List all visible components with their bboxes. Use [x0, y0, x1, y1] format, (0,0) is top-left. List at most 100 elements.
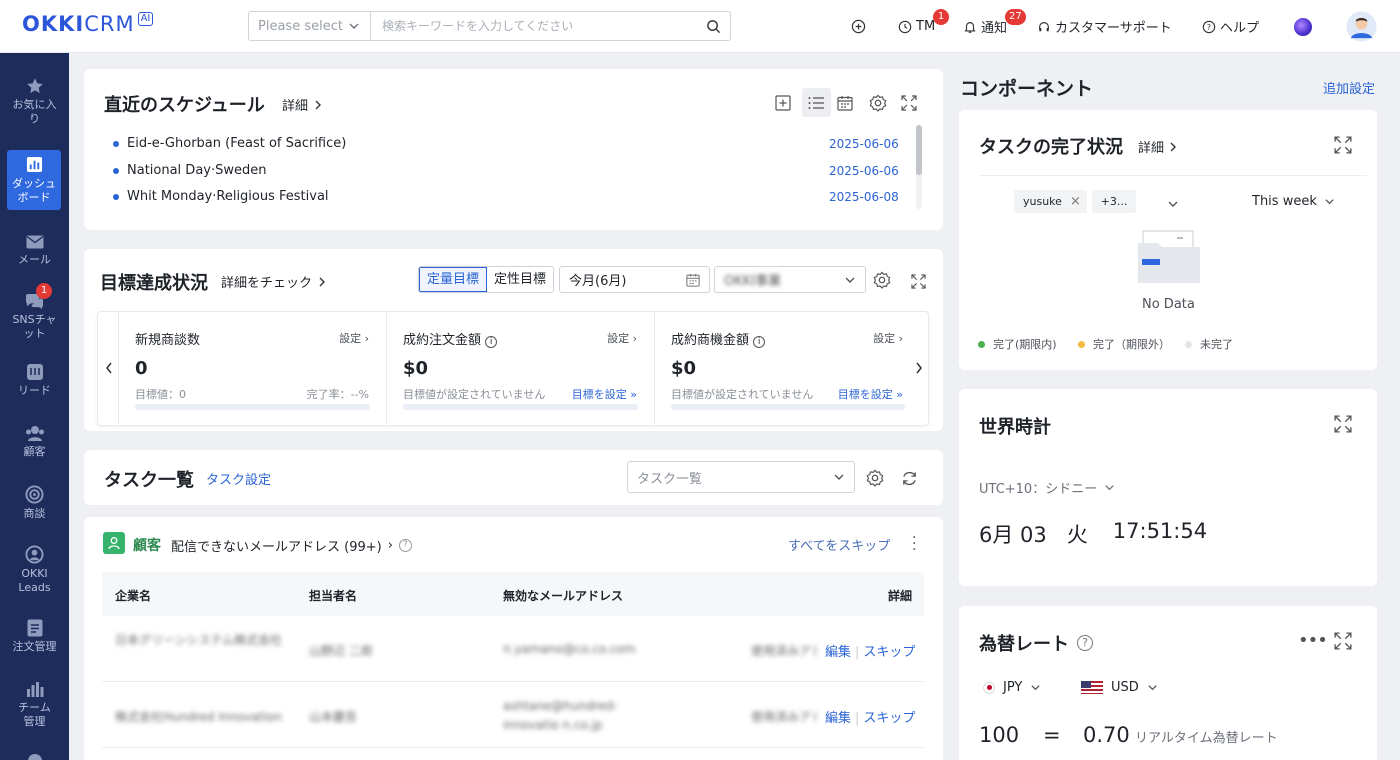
tm-button[interactable]: TM 1 — [898, 0, 949, 53]
ai-assistant-icon[interactable] — [1294, 0, 1312, 53]
notify-button[interactable]: 通知 27 — [963, 0, 1026, 53]
settings-gear-icon[interactable] — [868, 93, 888, 113]
schedule-item-date: 2025-06-06 — [829, 137, 899, 151]
department-select[interactable]: OKKI事業 — [714, 266, 866, 293]
exchange-amount: 100 — [979, 723, 1020, 747]
sidebar-item-okki-leads[interactable]: OKKI Leads — [0, 545, 69, 595]
carousel-next-icon[interactable] — [909, 358, 929, 378]
empty-folder-icon — [1137, 229, 1201, 289]
exchange-equals: = — [1043, 723, 1061, 747]
row-actions: 編集 | スキップ — [825, 645, 916, 660]
timezone-select[interactable]: UTC+10：シドニー — [979, 478, 1115, 497]
sidebar-item-orders[interactable]: 注文管理 — [0, 619, 69, 654]
sidebar-item-lead[interactable]: リード — [0, 363, 69, 398]
more-vertical-icon[interactable]: · · · — [912, 531, 916, 557]
sidebar-item-deals[interactable]: 商談 — [0, 485, 69, 521]
add-schedule-icon[interactable] — [773, 93, 793, 113]
add-icon[interactable] — [851, 0, 866, 53]
chevron-right-icon — [315, 100, 322, 109]
scrollbar-track[interactable] — [916, 125, 922, 209]
logo[interactable]: OKKI CRM AI — [22, 12, 154, 36]
task-category: 顧客 — [133, 538, 161, 554]
invalid-email-task-link[interactable]: 配信できないメールアドレス (99+) › ? — [171, 536, 412, 555]
avatar[interactable] — [1346, 0, 1377, 53]
schedule-detail-link[interactable]: 詳細 — [282, 95, 322, 114]
goals-expand-icon[interactable] — [908, 271, 928, 291]
sidebar-item-team[interactable]: チーム管理 — [0, 680, 69, 729]
month-picker[interactable]: 今月(6月) — [559, 266, 710, 293]
user-select-chevron-icon[interactable] — [1167, 195, 1179, 214]
help-icon[interactable]: ? — [398, 539, 412, 552]
from-currency-select[interactable]: JPY — [983, 680, 1041, 695]
sidebar-item-dashboard[interactable]: ダッシュボード — [7, 150, 61, 210]
tab-qualitative[interactable]: 定性目標 — [487, 267, 553, 292]
table-cell-email: ashtane@hundred-innovatio n.co.jp — [503, 699, 618, 732]
support-button[interactable]: カスタマーサポート — [1037, 0, 1172, 53]
clock-weekday: 火 — [1066, 523, 1088, 547]
task-filter-select[interactable]: タスク一覧 — [627, 461, 855, 493]
scrollbar-thumb[interactable] — [916, 125, 922, 175]
world-clock-expand-icon[interactable] — [1334, 415, 1352, 433]
skip-link[interactable]: スキップ — [863, 645, 915, 660]
task-settings-link[interactable]: タスク設定 — [206, 469, 271, 488]
refresh-icon[interactable] — [899, 468, 919, 488]
set-goal-link[interactable]: 目標を設定 » — [838, 386, 903, 402]
column-header-contact: 担当者名 — [309, 589, 358, 603]
help-icon[interactable]: ? — [1077, 635, 1093, 651]
set-goal-link[interactable]: 目標を設定 » — [572, 386, 637, 402]
task-status-detail-link[interactable]: 詳細 — [1138, 137, 1177, 156]
help-button[interactable]: ? ヘルプ — [1202, 0, 1259, 53]
table-cell-contact: 山野辺 二郎 — [309, 644, 373, 658]
add-settings-link[interactable]: 追加設定 — [1323, 78, 1375, 97]
to-currency-select[interactable]: USD — [1081, 680, 1158, 695]
skip-link[interactable]: スキップ — [863, 711, 915, 726]
more-horizontal-icon[interactable]: ••• — [1298, 630, 1328, 651]
sidebar-item-sns-chat[interactable]: 1 SNSチャット — [0, 283, 69, 341]
edit-link[interactable]: 編集 — [825, 711, 851, 726]
to-currency-value: USD — [1111, 680, 1139, 695]
goals-check-label: 詳細をチェック — [221, 276, 313, 291]
sidebar-item-favorites[interactable]: お気に入り — [0, 77, 69, 126]
search-scope-select[interactable]: Please select — [249, 12, 371, 40]
sidebar-item-customer[interactable]: 顧客 — [0, 424, 69, 459]
schedule-item[interactable]: Eid-e-Ghorban (Feast of Sacrifice) — [113, 136, 346, 151]
more-users-tag[interactable]: +3... — [1092, 190, 1136, 213]
notify-badge: 27 — [1005, 9, 1026, 25]
goal-set-link[interactable]: 設定 › — [607, 330, 637, 346]
goal-title-text: 成約商機金額 — [671, 333, 750, 348]
search-input[interactable] — [371, 12, 696, 40]
legend-label: 完了(期限内) — [993, 338, 1057, 351]
calendar-view-icon[interactable] — [835, 93, 855, 113]
legend-item: 完了(期限内) — [978, 336, 1057, 352]
goal-set-link[interactable]: 設定 › — [339, 330, 369, 346]
goal-set-link[interactable]: 設定 › — [873, 330, 903, 346]
jp-flag-icon — [983, 681, 995, 694]
period-select[interactable]: This week — [1252, 194, 1335, 209]
expand-icon[interactable] — [899, 93, 919, 113]
search-icon[interactable] — [696, 19, 730, 34]
task-status-expand-icon[interactable] — [1334, 136, 1352, 154]
schedule-item[interactable]: National Day·Sweden — [113, 163, 266, 178]
schedule-item[interactable]: Whit Monday·Religious Festival — [113, 189, 329, 204]
carousel-prev-icon[interactable] — [99, 358, 119, 378]
sidebar-item-more[interactable] — [0, 751, 69, 760]
headset-icon — [1039, 21, 1049, 31]
info-icon: i — [753, 336, 766, 348]
schedule-detail-label: 詳細 — [282, 99, 309, 114]
skip-all-link[interactable]: すべてをスキップ — [788, 535, 890, 554]
exchange-expand-icon[interactable] — [1334, 632, 1352, 650]
chevron-down-icon — [1325, 199, 1334, 205]
sidebar-item-label: リード — [18, 384, 51, 397]
list-view-icon[interactable] — [802, 88, 831, 117]
edit-link[interactable]: 編集 — [825, 645, 851, 660]
table-cell-company: 株式会社Hundred Innovation — [115, 710, 282, 724]
sidebar-item-mail[interactable]: メール — [0, 234, 69, 267]
goal-rate: 完了率：--% — [306, 388, 369, 401]
close-icon[interactable]: × — [1070, 194, 1081, 209]
tab-quantitative[interactable]: 定量目標 — [419, 267, 488, 292]
tasks-title: タスク一覧 — [104, 470, 194, 491]
goals-settings-gear-icon[interactable] — [872, 270, 892, 290]
tm-badge: 1 — [933, 9, 949, 25]
tasks-settings-gear-icon[interactable] — [865, 468, 885, 488]
goals-check-link[interactable]: 詳細をチェック — [221, 272, 326, 291]
